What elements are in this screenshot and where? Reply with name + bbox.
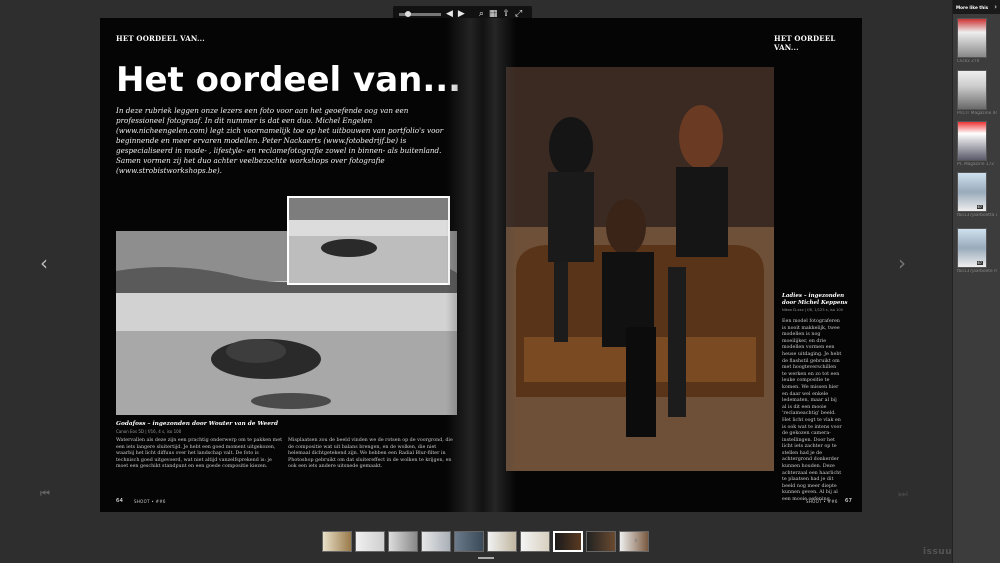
thumbnail-strip: [322, 531, 649, 552]
related-label[interactable]: PC Magazine 172: [957, 162, 997, 167]
related-item[interactable]: 67 fbo137jaarboete mei: [957, 228, 997, 274]
photo-meta-left: Canon Eos 5D | f/16, 4 s, iso 100: [116, 429, 182, 434]
brand-logo[interactable]: issuu: [923, 547, 952, 557]
photo-caption-left: Godafoss – ingezonden door Wouter van de…: [116, 421, 279, 427]
reader-stage: ◀ ▶ ⌕ ▦ ⇪ ⤢ HET OORDEEL VAN... HET OORDE…: [0, 0, 952, 563]
first-page-icon[interactable]: ⏮: [40, 487, 50, 501]
page-spine: [446, 18, 516, 512]
related-label[interactable]: PriCIT Magazine 44: [957, 111, 997, 116]
sidebar-title: More like this: [956, 4, 989, 10]
page-thumbnail[interactable]: [322, 531, 352, 552]
related-item[interactable]: PriCIT Magazine 44: [957, 70, 997, 116]
page-thumbnail-active[interactable]: [553, 531, 583, 552]
related-badge: 67: [976, 261, 983, 265]
page-thumbnail[interactable]: [586, 531, 616, 552]
section-label-right: HET OORDEEL VAN...: [774, 34, 836, 52]
chevron-right-icon[interactable]: ›: [994, 3, 997, 11]
sidebar-header[interactable]: More like this ›: [953, 0, 1000, 14]
article-intro: In deze rubriek leggen onze lezers een f…: [116, 106, 444, 175]
article-headline: Het oordeel van...: [116, 60, 462, 100]
page-thumbnail[interactable]: [487, 531, 517, 552]
section-label-left: HET OORDEEL VAN...: [116, 34, 205, 43]
zoom-slider-knob[interactable]: [405, 10, 411, 17]
page-number-right: 67: [845, 498, 852, 504]
thumbnail-next-icon[interactable]: ›: [634, 536, 638, 546]
zoom-slider[interactable]: [399, 10, 441, 17]
related-label[interactable]: Clickx 270: [957, 59, 997, 64]
related-cover[interactable]: [957, 18, 987, 58]
thumbnail-scroll-indicator: [478, 557, 494, 559]
page-thumbnail[interactable]: [388, 531, 418, 552]
last-page-icon[interactable]: ⏭: [898, 487, 908, 501]
body-column-2: Misplaatsen zou de beeld vinden we de ro…: [288, 438, 453, 470]
related-cover[interactable]: [957, 121, 987, 161]
magazine-spread[interactable]: HET OORDEEL VAN... HET OORDEEL VAN... He…: [100, 18, 862, 512]
page-number-left: 64: [116, 498, 123, 504]
photo-meta-right: Nikon D-xxx | f/8, 1/125 s, iso 100: [782, 308, 843, 312]
related-item[interactable]: PC Magazine 172: [957, 121, 997, 167]
related-cover[interactable]: [957, 70, 987, 110]
critique-text: Een model fotograferen is nooit makkelij…: [782, 319, 842, 503]
page-thumbnail[interactable]: [421, 531, 451, 552]
page-thumbnail[interactable]: [355, 531, 385, 552]
waterfall-edited-photo: [287, 196, 450, 285]
related-badge: 67: [976, 205, 983, 209]
related-sidebar: More like this › Clickx 270 PriCIT Magaz…: [952, 0, 1000, 563]
related-item[interactable]: 67 fbo137jaarboetta ug mei: [957, 172, 997, 218]
related-label[interactable]: fbo137jaarboete mei: [957, 269, 997, 274]
next-page-arrow-icon[interactable]: ›: [898, 253, 906, 273]
related-item[interactable]: Clickx 270: [957, 18, 997, 64]
photo-caption-right: Ladies – ingezonden door Michel Keppens: [782, 293, 848, 306]
body-column-1: Watervallen als deze zijn een prachtig o…: [116, 438, 282, 470]
magazine-name-left: SHOOT • ##6: [134, 499, 166, 504]
related-label[interactable]: fbo137jaarboetta ug mei: [957, 213, 997, 218]
page-thumbnail[interactable]: [454, 531, 484, 552]
page-thumbnail[interactable]: [520, 531, 550, 552]
previous-page-arrow-icon[interactable]: ‹: [40, 253, 48, 273]
models-photo: [506, 67, 774, 471]
